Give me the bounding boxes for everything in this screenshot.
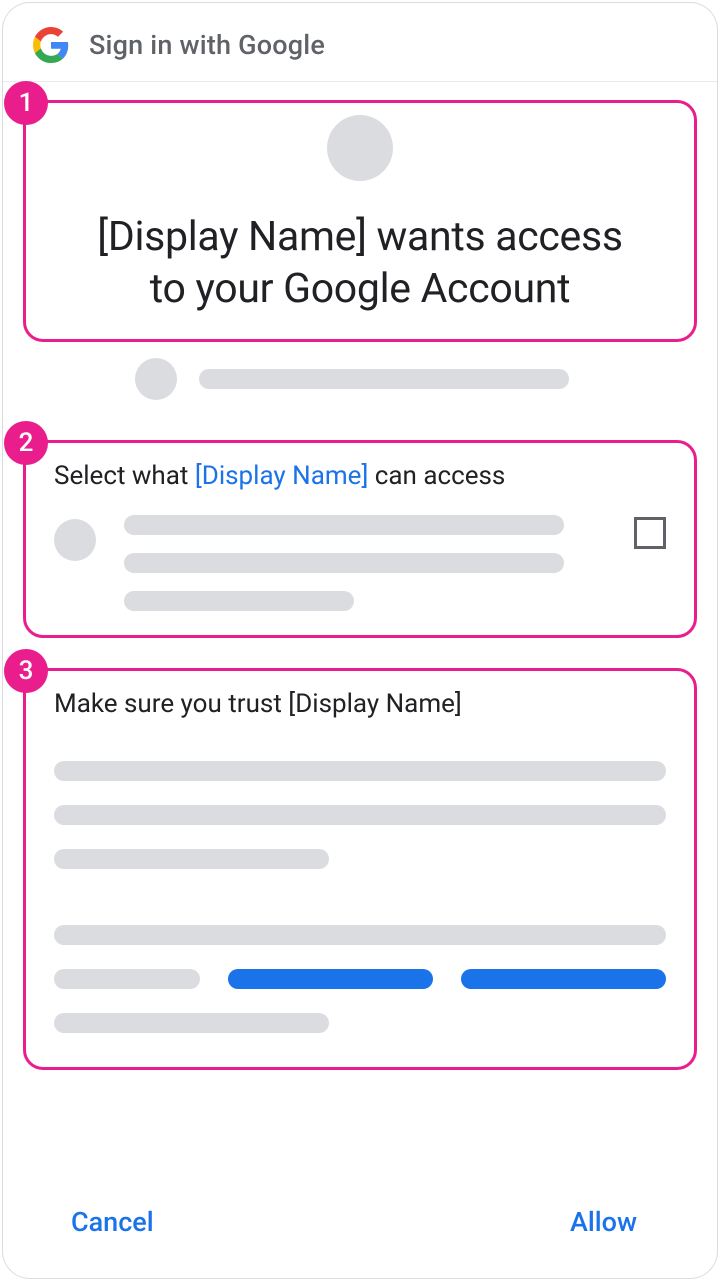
scope-item	[54, 515, 666, 611]
annotation-section-3: 3 Make sure you trust [Display Name]	[23, 668, 697, 1070]
annotation-section-2: 2 Select what [Display Name] can access	[23, 440, 697, 638]
header-title: Sign in with Google	[89, 29, 325, 61]
consent-dialog: Sign in with Google 1 [Display Name] wan…	[2, 2, 718, 1279]
scope-checkbox[interactable]	[634, 517, 666, 549]
trust-heading: Make sure you trust [Display Name]	[54, 689, 666, 719]
app-name-link[interactable]: [Display Name]	[195, 461, 369, 491]
consent-title: [Display Name] wants access to your Goog…	[54, 211, 666, 315]
scope-selection-heading: Select what [Display Name] can access	[54, 461, 666, 491]
trust-body-placeholder	[54, 761, 666, 1033]
dialog-footer: Cancel Allow	[3, 1170, 717, 1278]
consent-title-line2: to your Google Account	[54, 263, 666, 315]
annotation-badge-1: 1	[4, 81, 48, 125]
dialog-header: Sign in with Google	[3, 3, 717, 82]
account-avatar-placeholder	[135, 358, 177, 400]
google-logo-icon	[33, 27, 69, 63]
scope-description-placeholder	[124, 515, 606, 611]
account-email-placeholder	[199, 369, 569, 389]
dialog-content: 1 [Display Name] wants access to your Go…	[3, 82, 717, 1170]
consent-title-line1: [Display Name] wants access	[54, 211, 666, 263]
account-row	[135, 358, 697, 400]
scope-icon-placeholder	[54, 519, 96, 561]
cancel-button[interactable]: Cancel	[71, 1206, 154, 1238]
annotation-section-1: 1 [Display Name] wants access to your Go…	[23, 100, 697, 342]
policy-link-placeholder[interactable]	[461, 969, 666, 989]
policy-link-placeholder[interactable]	[228, 969, 433, 989]
app-avatar-placeholder	[327, 115, 393, 181]
allow-button[interactable]: Allow	[570, 1206, 637, 1238]
annotation-badge-2: 2	[4, 421, 48, 465]
annotation-badge-3: 3	[4, 649, 48, 693]
